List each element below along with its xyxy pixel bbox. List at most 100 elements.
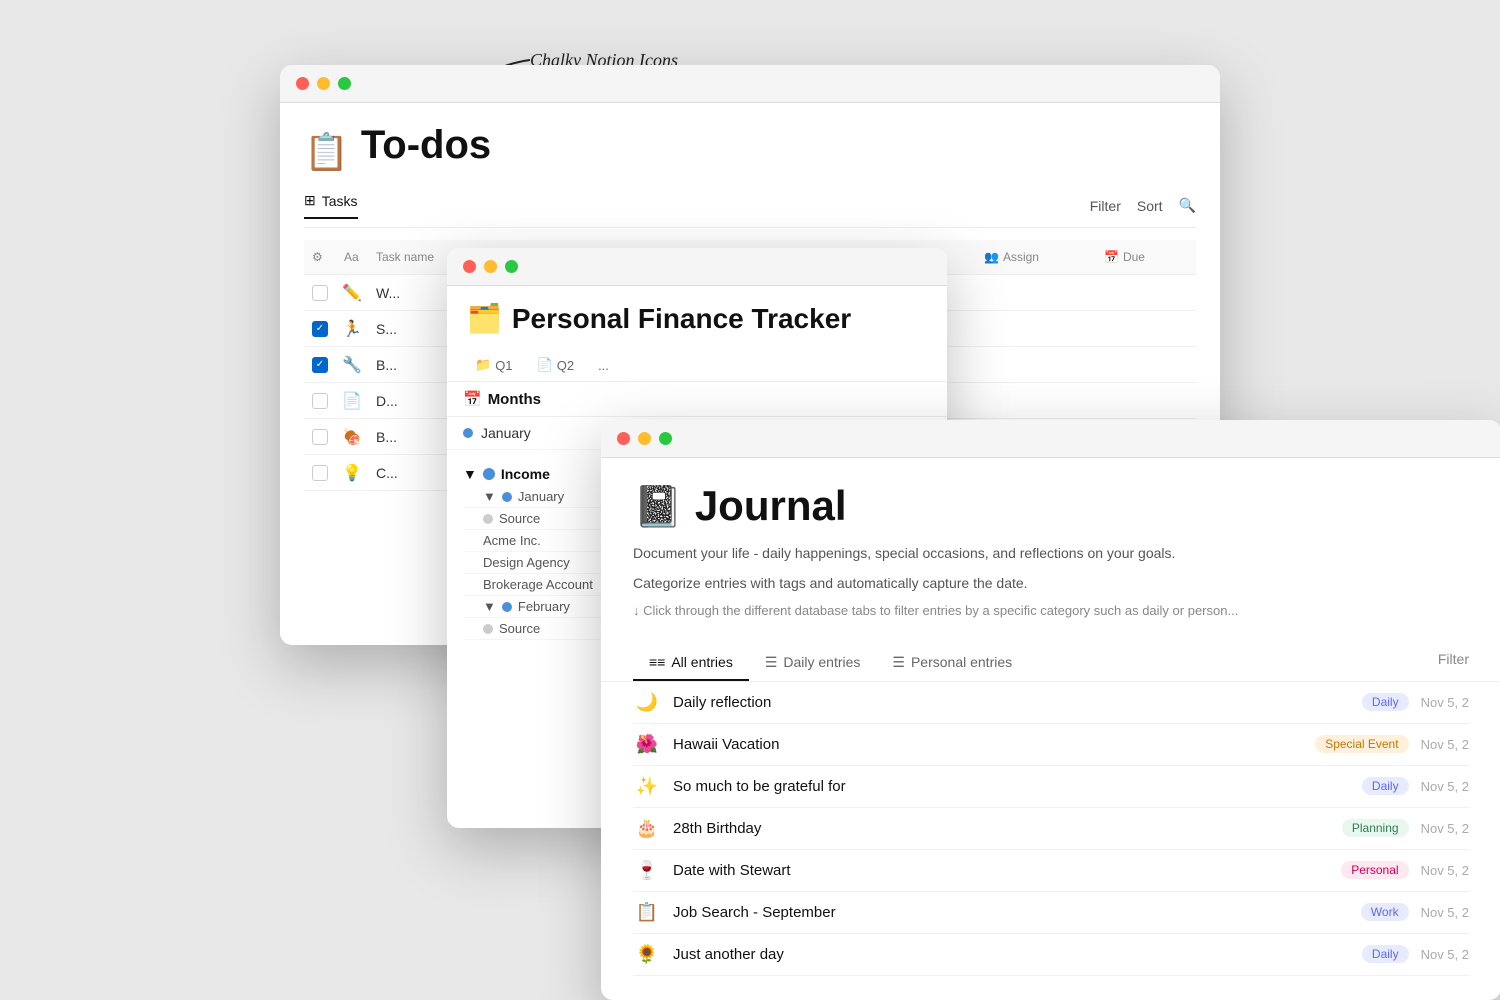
hawaii-badge: Special Event <box>1315 735 1408 753</box>
another-day-date: Nov 5, 2 <box>1421 947 1469 962</box>
another-day-name: Just another day <box>673 946 1350 963</box>
income-icon <box>483 468 495 480</box>
income-toggle-icon[interactable]: ▼ <box>463 466 477 482</box>
source-feb-icon <box>483 624 493 634</box>
task-checkbox-6[interactable] <box>312 465 328 481</box>
job-search-icon: 📋 <box>633 902 661 923</box>
finance-maximize-button[interactable] <box>505 260 518 273</box>
task-checkbox-5[interactable] <box>312 429 328 445</box>
minimize-button[interactable] <box>317 77 330 90</box>
hawaii-date: Nov 5, 2 <box>1421 737 1469 752</box>
grateful-icon: ✨ <box>633 776 661 797</box>
finance-minimize-button[interactable] <box>484 260 497 273</box>
finance-close-button[interactable] <box>463 260 476 273</box>
tab-q2[interactable]: 📄 Q2 <box>525 351 587 381</box>
task-checkbox-1[interactable] <box>312 285 328 301</box>
todos-titlebar <box>280 65 1220 103</box>
all-entries-icon: ≡≡ <box>649 654 665 670</box>
maximize-button[interactable] <box>338 77 351 90</box>
journal-row-daily-reflection[interactable]: 🌙 Daily reflection Daily Nov 5, 2 <box>633 682 1469 724</box>
journal-window: 📓 Journal Document your life - daily hap… <box>601 420 1500 1000</box>
tab-more[interactable]: ... <box>586 351 621 381</box>
journal-tabs: ≡≡ All entries ☰ Daily entries ☰ Persona… <box>601 646 1500 682</box>
toolbar-actions: Filter Sort 🔍 <box>1090 197 1196 214</box>
search-icon[interactable]: 🔍 <box>1179 197 1196 214</box>
date-stewart-badge: Personal <box>1341 861 1408 879</box>
filter-label[interactable]: Filter <box>1090 198 1121 214</box>
grateful-badge: Daily <box>1362 777 1409 795</box>
task-icon-4: 📄 <box>336 391 368 411</box>
journal-title-row: 📓 Journal <box>633 482 1469 530</box>
tab-all-entries[interactable]: ≡≡ All entries <box>633 646 749 681</box>
grateful-date: Nov 5, 2 <box>1421 779 1469 794</box>
tasks-tab-icon: ⊞ <box>304 192 316 209</box>
col-aa: Aa <box>336 246 368 268</box>
journal-close-button[interactable] <box>617 432 630 445</box>
col-due: 📅 Due <box>1096 246 1196 268</box>
task-checkbox-2[interactable] <box>312 321 328 337</box>
birthday-date: Nov 5, 2 <box>1421 821 1469 836</box>
journal-row-another-day[interactable]: 🌻 Just another day Daily Nov 5, 2 <box>633 934 1469 976</box>
journal-maximize-button[interactable] <box>659 432 672 445</box>
finance-icon: 🗂️ <box>467 302 502 335</box>
finance-tabs: 📁 Q1 📄 Q2 ... <box>447 343 947 382</box>
date-stewart-icon: 🍷 <box>633 860 661 881</box>
col-settings: ⚙ <box>304 246 336 268</box>
january-dot <box>463 428 473 438</box>
job-search-name: Job Search - September <box>673 904 1349 921</box>
task-icon-6: 💡 <box>336 463 368 483</box>
task-checkbox-4[interactable] <box>312 393 328 409</box>
tab-daily-entries[interactable]: ☰ Daily entries <box>749 646 877 681</box>
journal-icon: 📓 <box>633 483 683 530</box>
birthday-name: 28th Birthday <box>673 820 1330 837</box>
daily-entries-icon: ☰ <box>765 654 778 671</box>
q1-icon: 📁 <box>475 357 491 373</box>
date-stewart-date: Nov 5, 2 <box>1421 863 1469 878</box>
income-jan-dot <box>502 492 512 502</box>
task-icon-2: 🏃 <box>336 319 368 339</box>
close-button[interactable] <box>296 77 309 90</box>
february-sub-toggle[interactable]: ▼ <box>483 599 496 614</box>
journal-filter[interactable]: Filter <box>1438 646 1469 681</box>
task-checkbox-3[interactable] <box>312 357 328 373</box>
journal-description: Document your life - daily happenings, s… <box>633 542 1469 564</box>
daily-reflection-date: Nov 5, 2 <box>1421 695 1469 710</box>
birthday-badge: Planning <box>1342 819 1409 837</box>
tab-tasks[interactable]: ⊞ Tasks <box>304 192 358 219</box>
finance-title: Personal Finance Tracker <box>512 303 851 335</box>
job-search-badge: Work <box>1361 903 1409 921</box>
todos-toolbar: ⊞ Tasks Filter Sort 🔍 <box>304 192 1196 228</box>
journal-description2: Categorize entries with tags and automat… <box>633 572 1469 594</box>
journal-title: Journal <box>695 482 847 530</box>
journal-hint: ↓ Click through the different database t… <box>633 603 1469 618</box>
personal-entries-icon: ☰ <box>892 654 905 671</box>
birthday-icon: 🎂 <box>633 818 661 839</box>
grateful-name: So much to be grateful for <box>673 778 1350 795</box>
journal-minimize-button[interactable] <box>638 432 651 445</box>
journal-row-birthday[interactable]: 🎂 28th Birthday Planning Nov 5, 2 <box>633 808 1469 850</box>
task-icon-5: 🍖 <box>336 427 368 447</box>
another-day-icon: 🌻 <box>633 944 661 965</box>
journal-row-grateful[interactable]: ✨ So much to be grateful for Daily Nov 5… <box>633 766 1469 808</box>
months-view: 📅 Months <box>447 382 947 417</box>
journal-row-hawaii[interactable]: 🌺 Hawaii Vacation Special Event Nov 5, 2 <box>633 724 1469 766</box>
journal-row-job-search[interactable]: 📋 Job Search - September Work Nov 5, 2 <box>633 892 1469 934</box>
daily-reflection-icon: 🌙 <box>633 692 661 713</box>
q2-icon: 📄 <box>537 357 553 373</box>
january-sub-toggle[interactable]: ▼ <box>483 489 496 504</box>
tab-q1[interactable]: 📁 Q1 <box>463 351 525 381</box>
sort-label[interactable]: Sort <box>1137 198 1163 214</box>
col-assign: 👥 Assign <box>976 246 1096 268</box>
journal-titlebar <box>601 420 1500 458</box>
date-stewart-name: Date with Stewart <box>673 862 1329 879</box>
journal-row-date-stewart[interactable]: 🍷 Date with Stewart Personal Nov 5, 2 <box>633 850 1469 892</box>
tab-personal-entries[interactable]: ☰ Personal entries <box>876 646 1028 681</box>
daily-reflection-name: Daily reflection <box>673 694 1350 711</box>
job-search-date: Nov 5, 2 <box>1421 905 1469 920</box>
source-icon <box>483 514 493 524</box>
hawaii-icon: 🌺 <box>633 734 661 755</box>
daily-reflection-badge: Daily <box>1362 693 1409 711</box>
income-feb-dot <box>502 602 512 612</box>
todos-title: To-dos <box>361 123 491 168</box>
calendar-icon: 📅 <box>463 390 482 408</box>
